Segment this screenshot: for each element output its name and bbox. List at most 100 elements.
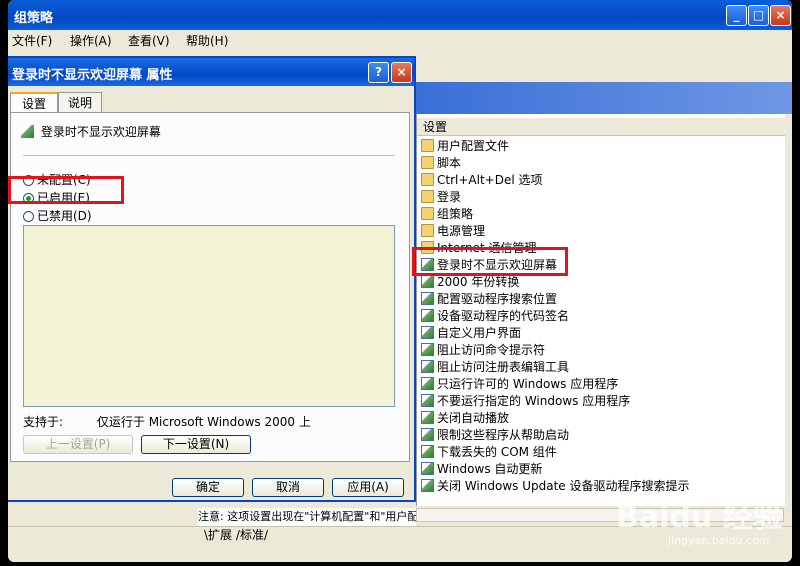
policy-header: 登录时不显示欢迎屏幕 — [21, 123, 161, 140]
policy-setting-icon — [421, 479, 434, 492]
dialog-close-button[interactable]: × — [391, 62, 412, 83]
view-tabs: \扩展 /标准/ — [204, 526, 268, 543]
list-item[interactable]: 阻止访问注册表编辑工具 — [421, 359, 569, 376]
properties-dialog: 登录时不显示欢迎屏幕 属性 ? × 设置 说明 登录时不显示欢迎屏幕 未配置(C… — [8, 56, 416, 502]
list-item-label: 组策略 — [437, 207, 474, 221]
minimize-button[interactable]: _ — [726, 5, 747, 26]
dialog-title: 登录时不显示欢迎屏幕 属性 — [12, 68, 173, 83]
policy-setting-icon — [421, 377, 434, 390]
policy-name: 登录时不显示欢迎屏幕 — [40, 125, 161, 139]
policy-setting-icon — [421, 360, 434, 373]
list-item[interactable]: 用户配置文件 — [421, 138, 509, 155]
dialog-titlebar[interactable]: 登录时不显示欢迎屏幕 属性 ? × — [8, 58, 414, 86]
folder-icon — [421, 173, 434, 186]
previous-setting-button[interactable]: 上一设置(P) — [23, 435, 133, 454]
list-item-label: 阻止访问注册表编辑工具 — [437, 360, 570, 374]
radio-disabled-indicator[interactable] — [23, 211, 34, 222]
highlight-enabled-option — [8, 176, 124, 204]
list-item[interactable]: Ctrl+Alt+Del 选项 — [421, 172, 542, 189]
comment-area[interactable] — [23, 225, 395, 407]
list-item-label: 自定义用户界面 — [437, 326, 522, 340]
list-item[interactable]: 不要运行指定的 Windows 应用程序 — [421, 393, 630, 410]
list-item-label: 2000 年份转换 — [437, 275, 520, 289]
list-item-label: Windows 自动更新 — [437, 462, 543, 476]
policy-setting-icon — [421, 394, 434, 407]
folder-icon — [421, 207, 434, 220]
apply-button[interactable]: 应用(A) — [332, 478, 404, 497]
tab-standard-label: 标准 — [239, 528, 264, 542]
divider — [23, 155, 395, 156]
list-item-label: 用户配置文件 — [437, 139, 510, 153]
menu-bar: 文件(F) 操作(A) 查看(V) 帮助(H) — [8, 30, 792, 50]
pane-header-band — [416, 82, 792, 114]
list-item[interactable]: 下载丢失的 COM 组件 — [421, 444, 557, 461]
menu-action[interactable]: 操作(A) — [70, 32, 112, 49]
tab-extended[interactable]: \扩展 — [204, 528, 232, 542]
radio-disabled[interactable]: 已禁用(D) — [23, 207, 92, 224]
settings-tab-panel: 登录时不显示欢迎屏幕 未配置(C) 已启用(E) 已禁用(D) 支持于: 仅运行… — [10, 112, 410, 462]
folder-icon — [421, 190, 434, 203]
support-label: 支持于: — [23, 415, 64, 429]
list-item[interactable]: 配置驱动程序搜索位置 — [421, 291, 557, 308]
policy-setting-icon — [421, 275, 434, 288]
list-item-label: 下载丢失的 COM 组件 — [437, 445, 557, 459]
tab-explanation[interactable]: 说明 — [58, 92, 102, 112]
list-item[interactable]: 关闭自动播放 — [421, 410, 509, 427]
policy-setting-icon — [421, 309, 434, 322]
policy-setting-icon — [21, 125, 34, 138]
tab-extended-label: 扩展 — [208, 528, 233, 542]
list-item[interactable]: 只运行许可的 Windows 应用程序 — [421, 376, 618, 393]
list-item[interactable]: 2000 年份转换 — [421, 274, 519, 291]
settings-list-pane[interactable]: 设置 用户配置文件 脚本 Ctrl+Alt+Del 选项 登录 组策略 电源管理 Inter… — [416, 114, 785, 506]
explanation-note: 注意: 这项设置出现在"计算机配置"和"用户配置"文件夹中。如 — [198, 510, 416, 523]
policy-setting-icon — [421, 326, 434, 339]
list-item[interactable]: 设备驱动程序的代码签名 — [421, 308, 569, 325]
support-info: 支持于: 仅运行于 Microsoft Windows 2000 上 — [23, 413, 311, 430]
list-item-label: 限制这些程序从帮助启动 — [437, 428, 570, 442]
dialog-help-button[interactable]: ? — [368, 62, 389, 83]
explanation-preview: 注意: 这项设置出现在"计算机配置"和"用户配置"文件夹中。如 — [198, 508, 416, 526]
tab-settings[interactable]: 设置 — [10, 92, 58, 113]
list-item-label: 设备驱动程序的代码签名 — [437, 309, 570, 323]
ok-button[interactable]: 确定 — [172, 478, 244, 497]
policy-setting-icon — [421, 428, 434, 441]
list-item[interactable]: 脚本 — [421, 155, 461, 172]
list-item[interactable]: 电源管理 — [421, 223, 485, 240]
list-item[interactable]: 自定义用户界面 — [421, 325, 521, 342]
main-window-title: 组策略 — [14, 11, 54, 26]
main-close-button[interactable]: × — [770, 5, 791, 26]
folder-icon — [421, 139, 434, 152]
folder-icon — [421, 156, 434, 169]
highlight-policy-item — [412, 247, 568, 276]
maximize-button[interactable]: □ — [748, 5, 769, 26]
main-window-titlebar[interactable]: 组策略 _ □ × — [8, 0, 792, 30]
next-setting-button[interactable]: 下一设置(N) — [141, 435, 251, 454]
list-item-label: 脚本 — [437, 156, 462, 170]
list-item-label: 电源管理 — [437, 224, 486, 238]
radio-disabled-label: 已禁用(D) — [37, 209, 92, 223]
list-item-label: Ctrl+Alt+Del 选项 — [437, 173, 543, 187]
list-item-label: 关闭 Windows Update 设备驱动程序搜索提示 — [437, 479, 690, 493]
policy-setting-icon — [421, 292, 434, 305]
policy-setting-icon — [421, 343, 434, 356]
menu-help[interactable]: 帮助(H) — [186, 32, 228, 49]
list-item-label: 配置驱动程序搜索位置 — [437, 292, 558, 306]
policy-setting-icon — [421, 411, 434, 424]
tab-standard[interactable]: /标准/ — [236, 528, 268, 542]
screenshot-frame: 组策略 _ □ × 文件(F) 操作(A) 查看(V) 帮助(H) 设置 用户配… — [8, 0, 792, 562]
menu-view[interactable]: 查看(V) — [128, 32, 170, 49]
list-item[interactable]: 组策略 — [421, 206, 473, 223]
policy-setting-icon — [421, 462, 434, 475]
cancel-button[interactable]: 取消 — [252, 478, 324, 497]
list-item-label: 阻止访问命令提示符 — [437, 343, 546, 357]
list-item-label: 登录 — [437, 190, 462, 204]
list-item[interactable]: 登录 — [421, 189, 461, 206]
list-item[interactable]: Windows 自动更新 — [421, 461, 542, 478]
list-item[interactable]: 阻止访问命令提示符 — [421, 342, 545, 359]
baidu-watermark-url: jingyan.baidu.com — [668, 534, 770, 547]
list-item-label: 关闭自动播放 — [437, 411, 510, 425]
list-item-label: 只运行许可的 Windows 应用程序 — [437, 377, 619, 391]
column-header-settings[interactable]: 设置 — [417, 118, 785, 136]
menu-file[interactable]: 文件(F) — [12, 32, 52, 49]
list-item[interactable]: 限制这些程序从帮助启动 — [421, 427, 569, 444]
